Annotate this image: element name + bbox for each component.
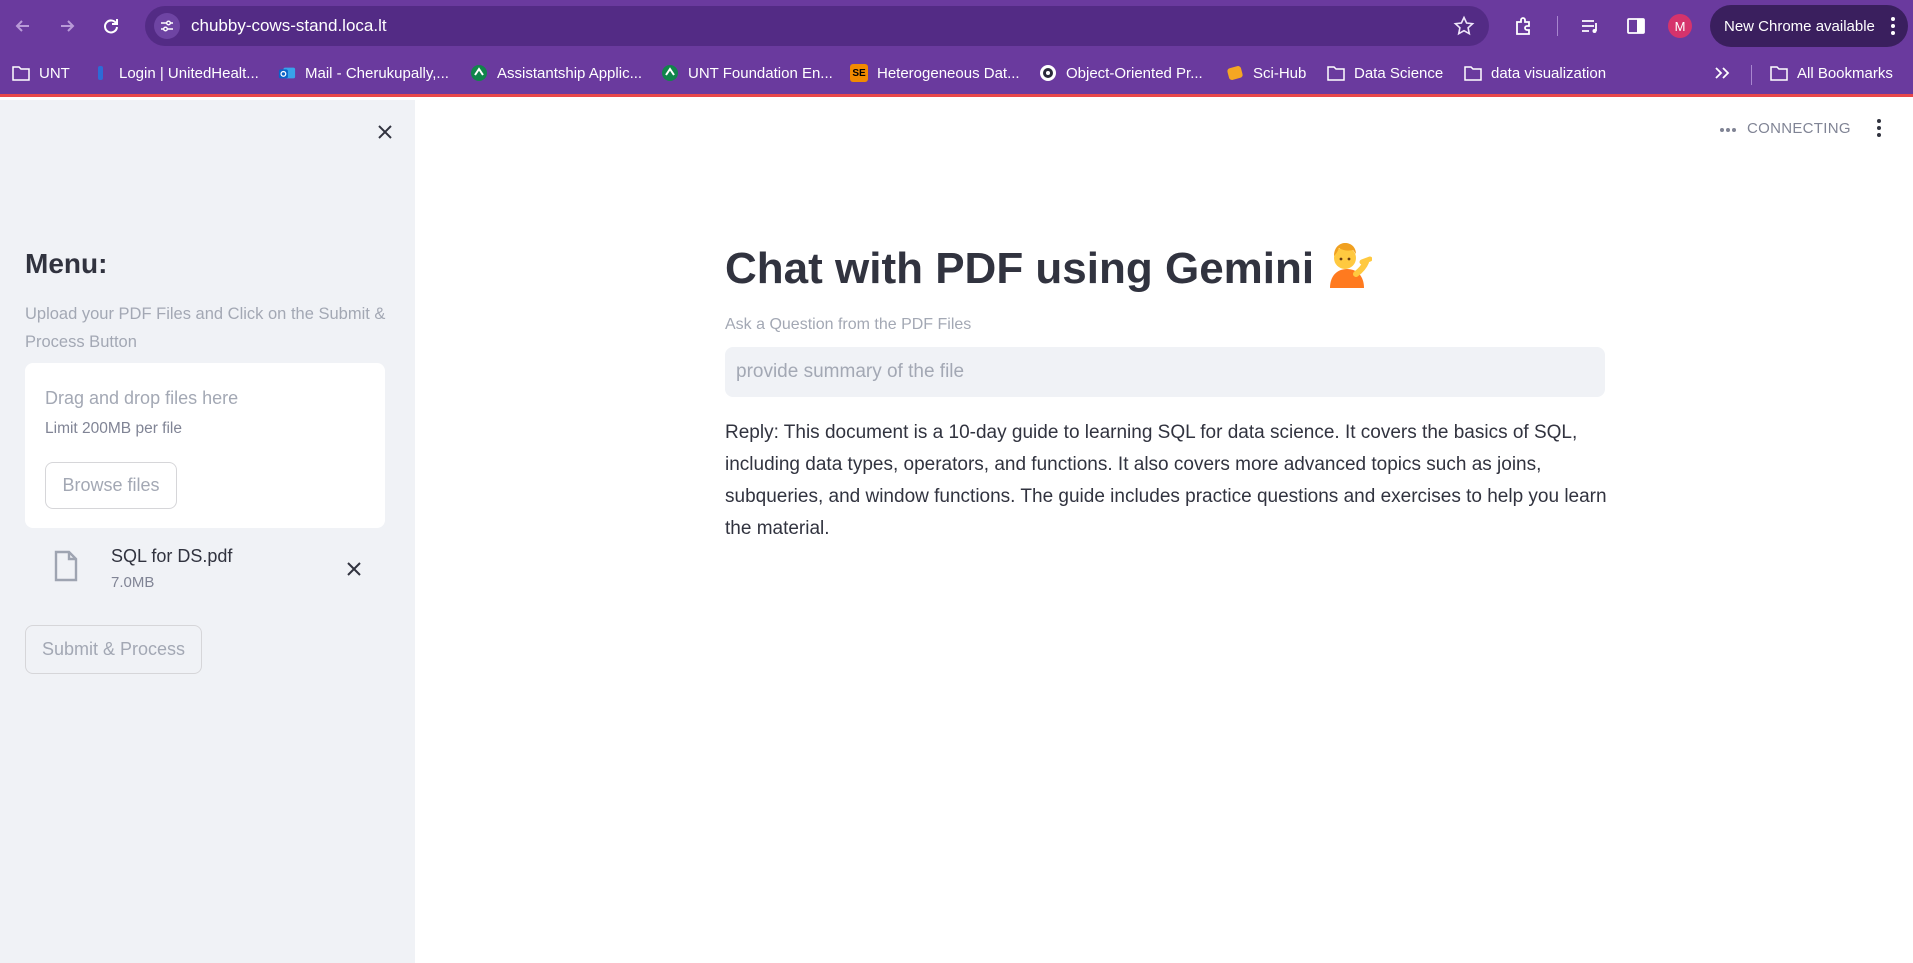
media-queue-icon[interactable] (1577, 13, 1603, 39)
chevron-double-right-icon[interactable] (1712, 63, 1732, 88)
bookmark-folder-data-science[interactable]: Data Science (1327, 61, 1443, 85)
star-icon[interactable] (1453, 15, 1475, 42)
status-label: CONNECTING (1747, 119, 1851, 137)
chrome-update-label: New Chrome available (1724, 17, 1875, 35)
bookmark-label: Heterogeneous Dat... (877, 64, 1020, 82)
uploaded-file: SQL for DS.pdf 7.0MB (25, 540, 385, 600)
bookmark-folder-data-visualization[interactable]: data visualization (1464, 61, 1606, 85)
bookmark-label: Sci-Hub (1253, 64, 1307, 82)
all-bookmarks-button[interactable]: All Bookmarks (1770, 61, 1893, 85)
back-icon[interactable] (9, 12, 37, 40)
bookmark-label: Data Science (1354, 64, 1444, 82)
bookmarks-bar: UNT Login | UnitedHealt... Mail - Cheruk… (0, 51, 1913, 97)
folder-icon (1464, 64, 1482, 82)
file-size: 7.0MB (111, 574, 155, 591)
bookmark-label: UNT Foundation En... (688, 64, 833, 82)
menu-title: Menu: (25, 248, 108, 279)
reply-text: Reply: This document is a 10-day guide t… (725, 422, 1607, 539)
person-tipping-hand-icon (1322, 238, 1373, 299)
bookmark-item[interactable]: UNT (12, 61, 70, 85)
bookmark-item[interactable]: UNT Foundation En... (661, 61, 833, 85)
bookmark-item[interactable]: Assistantship Applic... (470, 61, 642, 85)
toolbar-divider (1557, 16, 1558, 36)
bookmark-label: Login | UnitedHealt... (119, 64, 259, 82)
site-favicon (470, 64, 488, 82)
side-panel-icon[interactable] (1623, 13, 1649, 39)
chrome-update-button[interactable]: New Chrome available (1710, 5, 1908, 47)
file-name: SQL for DS.pdf (111, 546, 233, 566)
bookmark-item[interactable]: Mail - Cherukupally,... (278, 61, 449, 85)
file-icon (53, 550, 79, 587)
extensions-icon[interactable] (1511, 13, 1537, 39)
browse-files-button[interactable]: Browse files (45, 462, 177, 509)
bookmark-item[interactable]: SE Heterogeneous Dat... (850, 61, 1020, 85)
question-label: Ask a Question from the PDF Files (725, 316, 972, 333)
folder-icon (12, 64, 30, 82)
more-horizontal-icon (1719, 120, 1737, 137)
bookmark-label: Mail - Cherukupally,... (305, 64, 449, 82)
page-title: Chat with PDF using Gemini (725, 243, 1315, 293)
page-title-row: Chat with PDF using Gemini (725, 238, 1373, 299)
site-favicon (1226, 64, 1244, 82)
bookmark-item[interactable]: Login | UnitedHealt... (92, 61, 259, 85)
se-icon: SE (850, 64, 868, 82)
question-input[interactable] (725, 347, 1605, 397)
all-bookmarks-label: All Bookmarks (1797, 64, 1893, 82)
connection-status: CONNECTING (1719, 118, 1851, 138)
site-favicon (661, 64, 679, 82)
bookmark-item[interactable]: Sci-Hub (1226, 61, 1306, 85)
profile-avatar[interactable]: M (1668, 14, 1692, 38)
bookmark-item[interactable]: Object-Oriented Pr... (1039, 61, 1203, 85)
bookmarks-divider (1751, 65, 1752, 85)
dropzone-title: Drag and drop files here (45, 388, 239, 408)
site-favicon (1039, 64, 1057, 82)
bookmark-label: Assistantship Applic... (497, 64, 643, 82)
folder-icon (1770, 64, 1788, 82)
address-bar[interactable]: chubby-cows-stand.loca.lt (145, 6, 1489, 46)
app-menu-icon[interactable] (1876, 118, 1882, 143)
browser-toolbar: chubby-cows-stand.loca.lt M New Chrome a… (0, 0, 1913, 51)
forward-icon[interactable] (53, 12, 81, 40)
site-favicon (92, 64, 110, 82)
close-sidebar-icon[interactable] (371, 118, 399, 146)
folder-icon (1327, 64, 1345, 82)
outlook-icon (278, 64, 296, 82)
reload-icon[interactable] (97, 12, 125, 40)
bookmark-label: Object-Oriented Pr... (1066, 64, 1203, 82)
site-info-icon[interactable] (154, 13, 180, 39)
bookmark-label: data visualization (1491, 64, 1607, 82)
url-text[interactable]: chubby-cows-stand.loca.lt (191, 16, 387, 36)
dropzone-limit: Limit 200MB per file (45, 420, 182, 437)
remove-file-icon[interactable] (341, 556, 367, 582)
file-dropzone[interactable]: Drag and drop files here Limit 200MB per… (25, 363, 385, 528)
sidebar: Menu: Upload your PDF Files and Click on… (0, 100, 415, 963)
kebab-menu-icon[interactable] (1890, 16, 1896, 40)
submit-process-button[interactable]: Submit & Process (25, 625, 202, 674)
bookmark-label: UNT (39, 64, 70, 82)
menu-help-text: Upload your PDF Files and Click on the S… (25, 305, 386, 351)
